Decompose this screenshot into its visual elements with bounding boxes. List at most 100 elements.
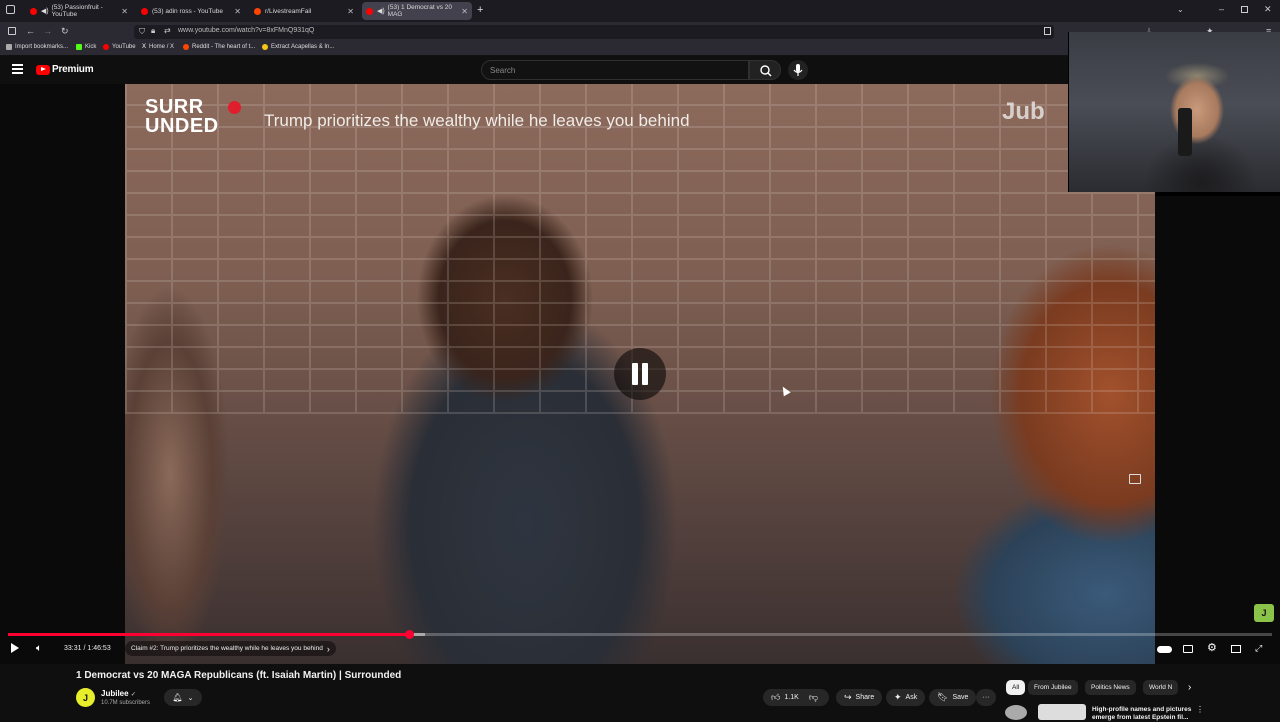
share-label: Share [855,694,875,701]
chip-all[interactable]: All [1006,680,1026,695]
center-pause-icon[interactable] [614,348,666,400]
thumbs-up-icon: 👍︎ [771,692,781,702]
jubilee-watermark: Jub [1002,98,1045,125]
search-icon [760,65,772,77]
like-count: 1.1K [784,694,799,701]
audio-playing-icon[interactable]: ◀) [41,7,49,15]
dislike-button[interactable]: 👎︎ [809,692,818,703]
more-actions-button[interactable]: ··· [976,689,996,706]
autoplay-toggle-icon[interactable] [1157,646,1172,653]
webcam-microphone [1178,108,1192,156]
back-icon[interactable]: ← [26,26,35,36]
tab-label: (53) adin ross - YouTube [152,7,223,15]
tab-label: r/LivestreamFail [265,7,312,15]
chip-from-jubilee[interactable]: From Jubilee [1028,680,1078,695]
url-bar[interactable]: ⛉ 🔒︎ ⇄ www.youtube.com/watch?v=8xFMnQ931… [134,25,1054,39]
tab-dropdown-icon[interactable]: ⌄ [1177,5,1184,14]
tab-close-icon[interactable]: ✕ [461,7,468,16]
save-button[interactable]: 🔖︎ Save [929,689,977,706]
youtube-play-icon [36,64,50,75]
bookmark-label: Extract Acapellas & In... [271,44,335,50]
chapter-button[interactable]: Claim #2: Trump prioritizes the wealthy … [125,641,336,656]
volume-icon[interactable]: 🔈︎ [36,643,42,654]
jubilee-corner-badge[interactable]: J [1254,604,1274,622]
tab-passionfruit[interactable]: ◀) (53) Passionfruit - YouTube ✕ [26,2,132,20]
import-icon [6,44,12,50]
verified-icon: ✓ [130,692,136,698]
youtube-premium-logo[interactable]: Premium [36,64,94,75]
tab-close-icon[interactable]: ✕ [234,7,241,16]
tab-close-icon[interactable]: ✕ [121,7,128,16]
audio-playing-icon[interactable]: ◀) [377,7,385,15]
suggestion-more-icon[interactable]: ⋮ [1196,705,1204,714]
permissions-icon[interactable]: ⇄ [164,26,171,35]
tab-democrat-vs-maga[interactable]: ◀) (53) 1 Democrat vs 20 MAG ✕ [362,2,472,20]
reddit-favicon-icon [183,44,189,50]
video-title: 1 Democrat vs 20 MAGA Republicans (ft. I… [76,670,402,681]
restore-icon[interactable] [1241,6,1248,13]
ask-button[interactable]: ✦ Ask [886,689,926,706]
like-button[interactable]: 👍︎ 1.1K [771,692,799,703]
show-logo-line2: UNDED [145,115,219,137]
voice-search-button[interactable] [788,60,808,80]
chip-politics-news[interactable]: Politics News [1085,680,1136,695]
bookmark-label: YouTube [112,44,136,50]
new-tab-button[interactable]: + [477,4,483,16]
subtitles-icon[interactable] [1183,645,1193,653]
channel-name[interactable]: Jubilee ✓ [101,689,136,698]
suggestion-channel-avatar[interactable] [1005,705,1027,720]
lock-icon[interactable]: 🔒︎ [151,26,155,36]
chip-world-news[interactable]: World N [1143,680,1179,695]
reload-icon[interactable]: ↻ [61,26,69,37]
channel-avatar[interactable]: J [76,688,95,707]
streamer-webcam-overlay [1068,32,1280,192]
logo-red-dot [228,101,241,114]
bell-icon: 🔔︎ [172,693,183,702]
bookmark-icon: 🔖︎ [937,692,949,702]
chevron-right-icon[interactable]: › [1188,682,1191,693]
theater-mode-icon[interactable] [1231,645,1241,653]
tab-label: (53) 1 Democrat vs 20 MAG [387,4,452,18]
kick-favicon-icon [76,44,82,50]
subscriber-count: 10.7M subscribers [101,700,151,706]
chevron-down-icon: ⌄ [187,694,194,702]
tab-livestreamfail[interactable]: r/LivestreamFail ✕ [250,2,358,20]
minimize-icon[interactable]: – [1219,4,1224,14]
fullscreen-icon[interactable]: ⤢ [1255,643,1262,654]
search-input[interactable]: Search [481,60,749,80]
share-button[interactable]: ↪ Share [836,689,883,706]
play-icon[interactable] [11,643,19,653]
tab-adin-ross[interactable]: (53) adin ross - YouTube ✕ [137,2,245,20]
miniplayer-icon[interactable] [1129,474,1141,484]
close-window-icon[interactable]: ✕ [1264,4,1272,15]
youtube-favicon-icon [103,44,109,50]
thumbs-down-icon: 👎︎ [808,692,818,702]
search-button[interactable] [749,60,781,80]
bookmark-kick[interactable]: Kick [76,44,96,50]
bookmark-extract-acapellas[interactable]: Extract Acapellas & In... [262,44,334,50]
ask-label: Ask [905,694,918,701]
bookmark-import[interactable]: Import bookmarks... [6,44,68,50]
surrounded-show-logo: SURR UNDED [145,97,241,137]
chapter-label: Claim #2: Trump prioritizes the wealthy … [131,645,323,652]
tab-close-icon[interactable]: ✕ [347,7,354,16]
notification-bell-button[interactable]: 🔔︎ ⌄ [164,689,202,706]
time-display: 33:31 / 1:46:53 [64,645,111,652]
hamburger-menu-icon[interactable] [12,64,23,74]
sidebar-toggle-icon[interactable] [8,27,16,35]
shield-icon[interactable]: ⛉ [139,27,145,37]
channel-name-text: Jubilee [101,689,129,698]
suggestion-thumbnail[interactable] [1038,704,1086,720]
bookmark-youtube[interactable]: YouTube [103,44,136,50]
bookmark-x[interactable]: X Home / X [142,44,174,50]
bookmark-reddit[interactable]: Reddit - The heart of t... [183,44,255,50]
url-text: www.youtube.com/watch?v=8xFMnQ931qQ [178,27,315,34]
progress-bar[interactable] [8,630,1272,639]
tab-list-icon[interactable] [6,5,15,14]
settings-gear-icon[interactable]: ⚙︎ [1207,641,1217,654]
save-label: Save [952,694,969,701]
forward-icon[interactable]: → [43,26,52,36]
like-dislike-group: 👍︎ 1.1K 👎︎ [763,689,829,706]
more-icon: ··· [982,694,990,701]
reader-view-icon[interactable] [1044,27,1051,35]
